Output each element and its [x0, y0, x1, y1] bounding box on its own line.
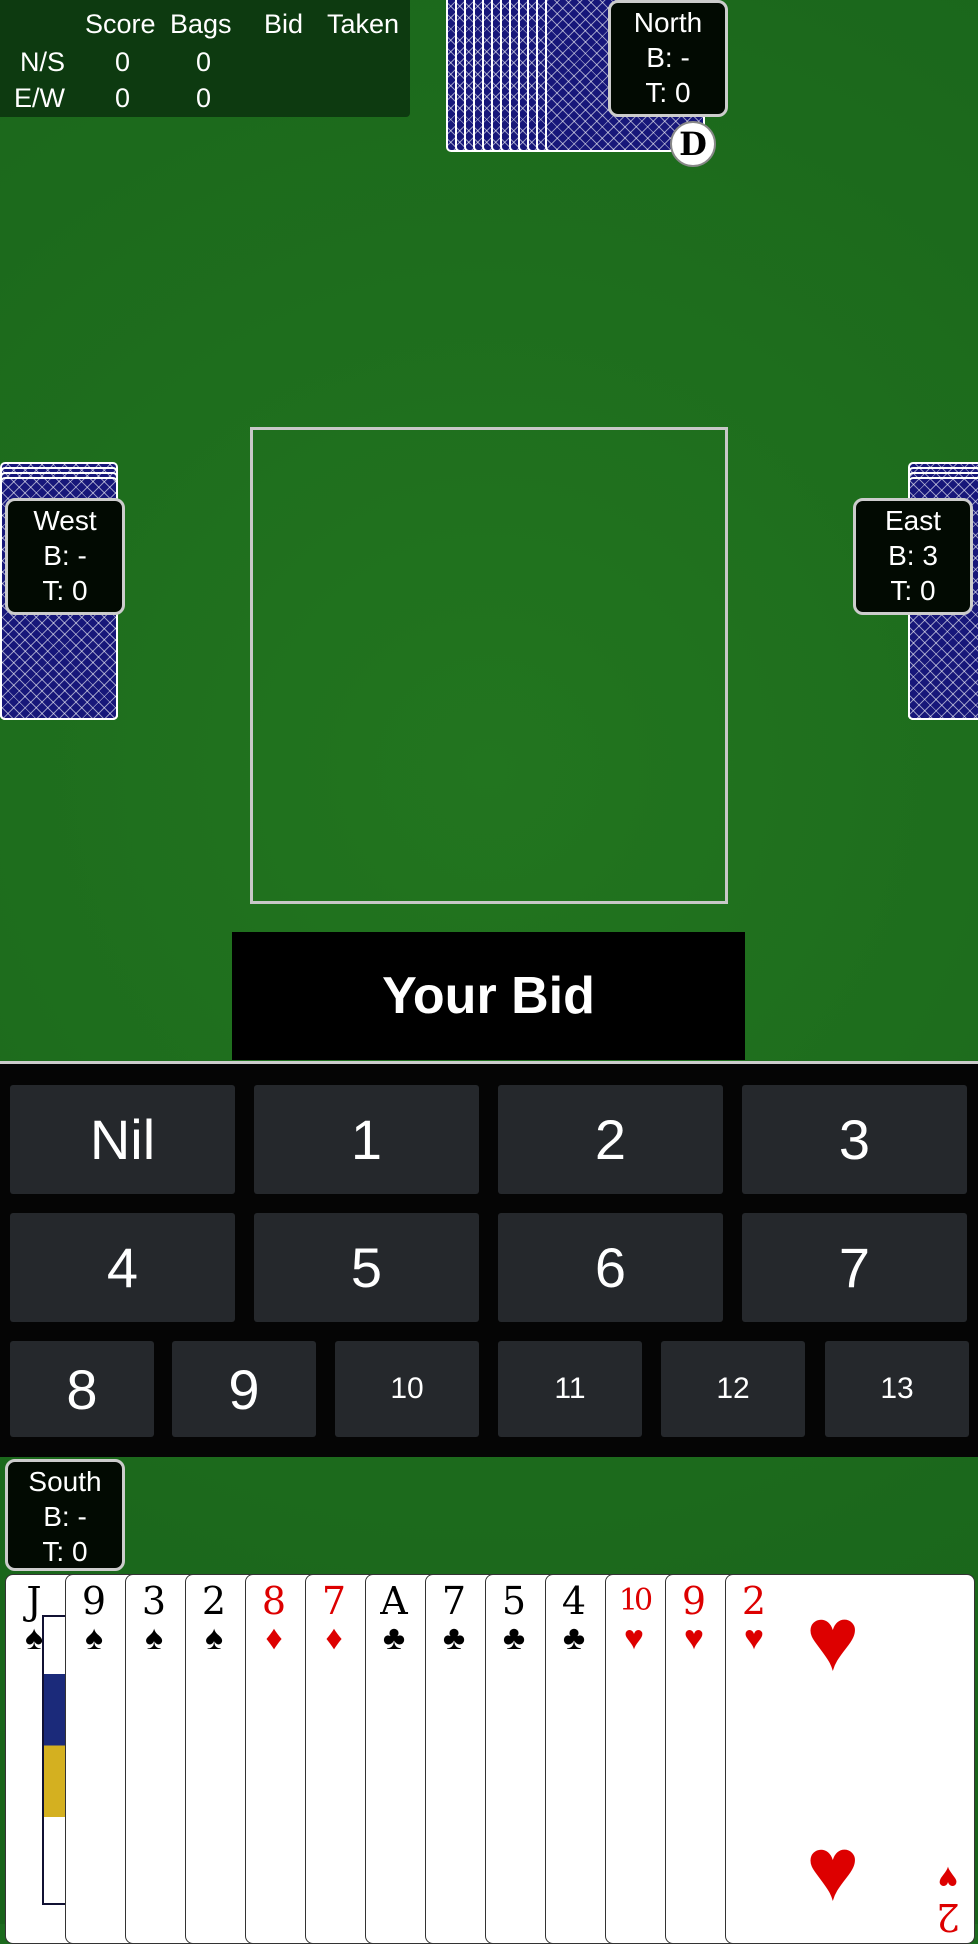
player-bid: B: 3 — [888, 540, 938, 571]
header-bid: Bid — [264, 9, 304, 39]
ns-bags: 0 — [196, 47, 212, 77]
bid-button-2[interactable]: 2 — [498, 1085, 723, 1194]
player-name: West — [33, 505, 97, 536]
header-bags: Bags — [170, 9, 232, 39]
card-rank: 7 — [321, 1579, 347, 1623]
north-label: North B: - T: 0 — [608, 0, 728, 117]
west-label: West B: - T: 0 — [5, 498, 125, 615]
card-rank: 7 — [441, 1579, 467, 1623]
hand-card[interactable]: 2 ♥ ♥ ♥ 2 ♥ — [725, 1574, 975, 1944]
your-bid-prompt: Your Bid — [232, 932, 745, 1060]
card-suit-icon: ♣ — [502, 1619, 526, 1657]
player-bid: B: - — [43, 1501, 87, 1532]
ew-bags: 0 — [196, 83, 212, 113]
player-taken: T: 0 — [42, 575, 88, 606]
bid-button-12[interactable]: 12 — [661, 1341, 805, 1437]
card-suit-icon: ♦ — [265, 1619, 283, 1657]
bid-button-8[interactable]: 8 — [10, 1341, 154, 1437]
player-bid: B: - — [646, 42, 690, 73]
bid-button-7[interactable]: 7 — [742, 1213, 967, 1322]
card-suit-icon: ♥ — [683, 1619, 705, 1657]
east-label: East B: 3 T: 0 — [853, 498, 973, 615]
bid-button-9[interactable]: 9 — [172, 1341, 316, 1437]
bid-button-6[interactable]: 6 — [498, 1213, 723, 1322]
card-rank: 4 — [561, 1579, 587, 1623]
bid-button-13[interactable]: 13 — [825, 1341, 969, 1437]
team-ew: E/W — [14, 83, 65, 113]
card-suit-icon: ♣ — [382, 1619, 406, 1657]
card-suit-icon: ♦ — [325, 1619, 343, 1657]
trick-area — [250, 427, 728, 904]
card-rank: 10 — [618, 1583, 653, 1618]
team-ns: N/S — [20, 47, 66, 77]
header-taken: Taken — [327, 9, 400, 39]
player-name: East — [884, 505, 942, 536]
card-suit-icon: ♠ — [144, 1619, 164, 1657]
card-suit-icon: ♥ — [623, 1619, 645, 1657]
card-rank: 8 — [261, 1579, 287, 1623]
player-taken: T: 0 — [42, 1536, 88, 1567]
ns-score: 0 — [115, 47, 131, 77]
card-suit-icon: ♥ — [743, 1619, 765, 1657]
card-rank: 2 — [201, 1579, 227, 1623]
scoreboard: Score Bags Bid Taken N/S 0 0 E/W 0 0 — [0, 0, 410, 117]
bid-button-nil[interactable]: Nil — [10, 1085, 235, 1194]
player-name: South — [28, 1466, 102, 1497]
bid-button-10[interactable]: 10 — [335, 1341, 479, 1437]
player-name: North — [633, 7, 703, 38]
card-rank: 2 — [935, 1895, 961, 1939]
card-rank: 5 — [501, 1579, 527, 1623]
suit-pip-icon: ♥ — [806, 1590, 860, 1690]
bid-button-1[interactable]: 1 — [254, 1085, 479, 1194]
card-rank: 9 — [681, 1579, 707, 1623]
player-taken: T: 0 — [645, 77, 691, 108]
card-rank: 2 — [741, 1579, 767, 1623]
card-suit-icon: ♥ — [937, 1859, 959, 1897]
card-suit-icon: ♠ — [84, 1619, 104, 1657]
dealer-badge: D — [670, 121, 716, 167]
bid-button-3[interactable]: 3 — [742, 1085, 967, 1194]
player-bid: B: - — [43, 540, 87, 571]
card-rank: 3 — [141, 1579, 167, 1623]
card-suit-icon: ♣ — [562, 1619, 586, 1657]
card-rank: A — [380, 1579, 408, 1623]
header-score: Score — [85, 9, 156, 39]
bid-button-11[interactable]: 11 — [498, 1341, 642, 1437]
card-suit-icon: ♣ — [442, 1619, 466, 1657]
player-taken: T: 0 — [890, 575, 936, 606]
suit-pip-icon: ♥ — [806, 1820, 860, 1920]
ew-score: 0 — [115, 83, 131, 113]
south-label: South B: - T: 0 — [5, 1459, 125, 1571]
card-suit-icon: ♠ — [204, 1619, 224, 1657]
bid-button-5[interactable]: 5 — [254, 1213, 479, 1322]
card-rank: 9 — [81, 1579, 107, 1623]
bid-button-4[interactable]: 4 — [10, 1213, 235, 1322]
card-corner-bottom: 2 ♥ — [928, 1858, 968, 1939]
